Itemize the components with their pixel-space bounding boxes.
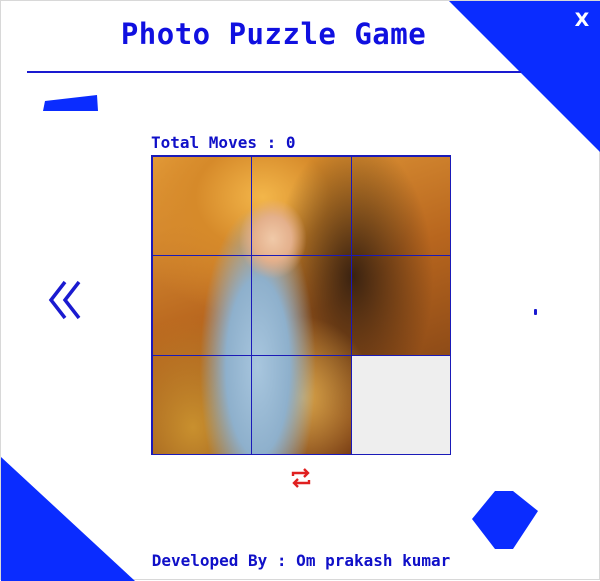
next-image-button[interactable] xyxy=(534,309,537,315)
close-button[interactable]: X xyxy=(569,7,595,33)
puzzle-board xyxy=(151,155,451,455)
previous-image-button[interactable] xyxy=(45,278,85,322)
puzzle-tile[interactable] xyxy=(350,255,451,356)
diamond-shape xyxy=(472,491,538,549)
title-divider xyxy=(27,71,521,73)
puzzle-tile[interactable] xyxy=(251,354,352,455)
developer-credit: Developed By : Om prakash kumar xyxy=(151,551,451,570)
empty-tile[interactable] xyxy=(350,354,451,455)
puzzle-tile[interactable] xyxy=(251,156,352,257)
page-title: Photo Puzzle Game xyxy=(120,17,427,51)
double-chevron-left-icon xyxy=(48,280,81,320)
shuffle-button[interactable] xyxy=(289,467,313,489)
puzzle-tile[interactable] xyxy=(350,156,451,257)
shuffle-icon xyxy=(291,468,311,488)
puzzle-tile[interactable] xyxy=(251,255,352,356)
game-window: X Photo Puzzle Game Total Moves : 0 Deve… xyxy=(0,0,600,581)
parallelogram-shape xyxy=(43,95,98,111)
puzzle-tile[interactable] xyxy=(152,156,253,257)
puzzle-tile[interactable] xyxy=(152,255,253,356)
puzzle-tile[interactable] xyxy=(152,354,253,455)
moves-counter: Total Moves : 0 xyxy=(151,133,296,152)
